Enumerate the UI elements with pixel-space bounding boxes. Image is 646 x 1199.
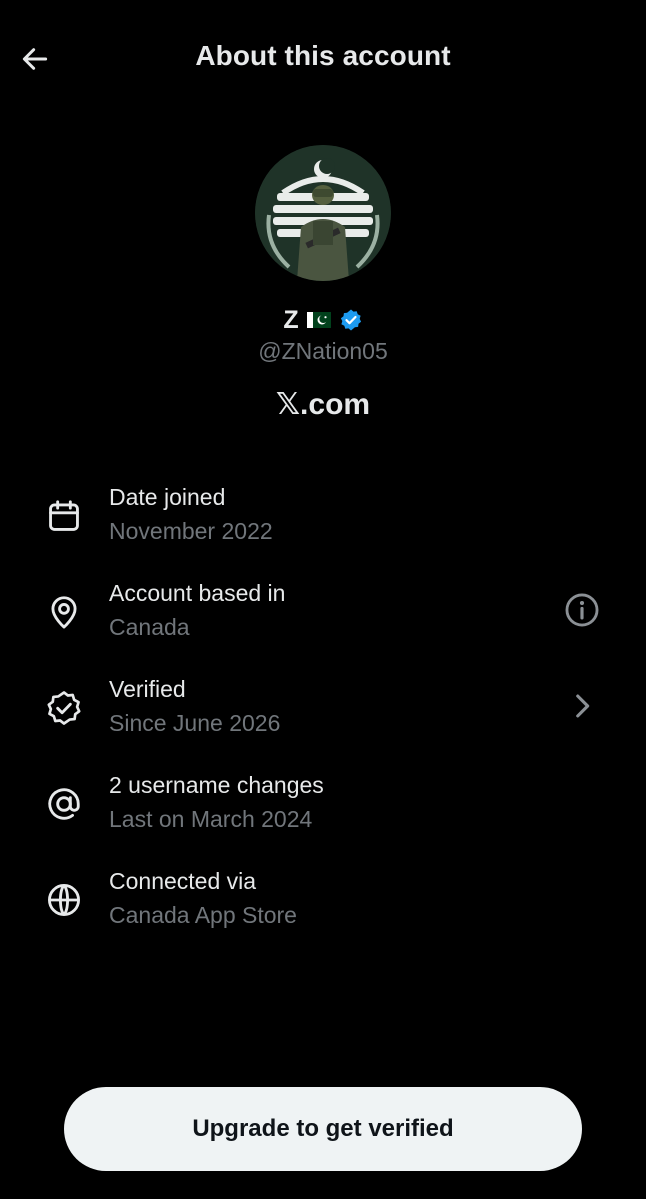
at-sign-icon	[44, 784, 84, 824]
detail-value: Last on March 2024	[109, 806, 313, 832]
location-pin-icon	[44, 592, 84, 632]
username-handle: @ZNation05	[258, 338, 388, 364]
detail-value: Canada	[109, 614, 190, 640]
verified-badge-icon	[340, 309, 361, 331]
detail-value: Since June 2026	[109, 710, 281, 736]
detail-account-based-in: Account based in Canada	[0, 574, 646, 670]
avatar[interactable]	[255, 145, 391, 281]
chevron-right-icon	[576, 694, 590, 718]
avatar-image	[255, 145, 391, 281]
detail-date-joined: Date joined November 2022	[0, 478, 646, 574]
calendar-icon	[44, 496, 84, 536]
detail-username-changes: 2 username changes Last on March 2024	[0, 766, 646, 862]
info-icon	[565, 593, 599, 627]
detail-verified[interactable]: Verified Since June 2026	[0, 670, 646, 766]
detail-value: November 2022	[109, 518, 273, 544]
detail-value: Canada App Store	[109, 902, 297, 928]
info-button[interactable]	[562, 590, 602, 630]
detail-label: Verified	[109, 676, 186, 702]
site-label: 𝕏.com	[275, 388, 371, 421]
detail-label: Account based in	[109, 580, 286, 606]
verified-outline-icon	[44, 688, 84, 728]
header-bar: About this account	[0, 0, 646, 116]
globe-icon	[44, 880, 84, 920]
detail-label: Date joined	[109, 484, 226, 510]
upgrade-to-get-verified-button[interactable]: Upgrade to get verified	[64, 1087, 582, 1171]
account-details-list: Date joined November 2022 Account based …	[0, 478, 646, 958]
detail-label: 2 username changes	[109, 772, 324, 798]
display-name-row: Z	[0, 304, 646, 336]
page-title: About this account	[195, 40, 451, 71]
detail-connected-via: Connected via Canada App Store	[0, 862, 646, 958]
detail-label: Connected via	[109, 868, 257, 894]
verified-details-chevron[interactable]	[562, 686, 602, 726]
pakistan-flag-icon	[306, 312, 331, 328]
display-name: Z	[283, 305, 299, 334]
